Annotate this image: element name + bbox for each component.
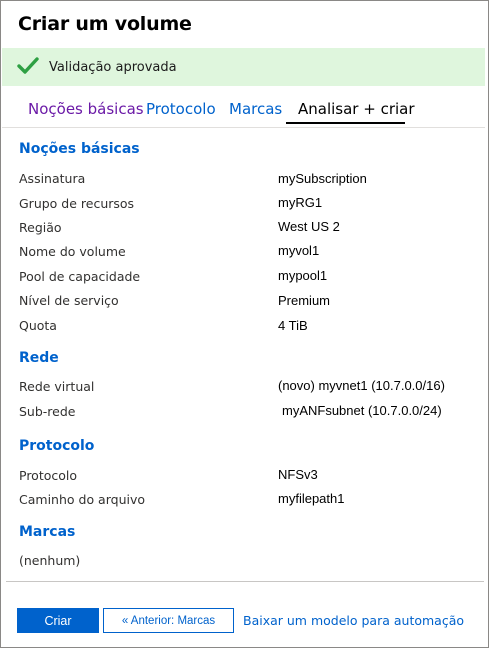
section-title-network: Rede	[19, 350, 59, 366]
page-title: Criar um volume	[18, 13, 192, 35]
previous-button[interactable]: « Anterior: Marcas	[103, 608, 234, 633]
value-subnet: myANFsubnet (10.7.0.0/24)	[282, 403, 442, 418]
download-template-link[interactable]: Baixar um modelo para automação	[243, 613, 464, 628]
validation-message: Validação aprovada	[49, 60, 177, 75]
label-volume-name: Nome do volume	[19, 244, 126, 259]
section-title-tags: Marcas	[19, 524, 76, 540]
create-button[interactable]: Criar	[17, 608, 99, 633]
label-region: Região	[19, 220, 62, 235]
tabs-divider	[2, 127, 485, 128]
label-subscription: Assinatura	[19, 171, 86, 186]
label-service-level: Nível de serviço	[19, 293, 119, 308]
label-file-path: Caminho do arquivo	[19, 492, 146, 507]
section-title-protocol: Protocolo	[19, 438, 95, 454]
value-resource-group: myRG1	[278, 195, 323, 210]
value-virtual-network: (novo) myvnet1 (10.7.0.0/16)	[278, 378, 445, 393]
tab-tags[interactable]: Marcas	[229, 100, 282, 118]
footer-divider	[6, 581, 484, 582]
active-tab-indicator	[286, 122, 405, 124]
label-protocol: Protocolo	[19, 468, 78, 483]
tab-basics[interactable]: Noções básicas	[28, 100, 144, 118]
value-file-path: myfilepath1	[278, 491, 345, 506]
label-no-tags: (nenhum)	[19, 553, 81, 568]
validation-banner: Validação aprovada	[2, 48, 485, 86]
value-quota: 4 TiB	[278, 318, 308, 333]
label-quota: Quota	[19, 318, 57, 333]
value-service-level: Premium	[278, 293, 331, 308]
section-title-basics: Noções básicas	[19, 141, 140, 157]
tab-review-create[interactable]: Analisar + criar	[298, 100, 415, 118]
label-capacity-pool: Pool de capacidade	[19, 269, 141, 284]
create-volume-panel: Criar um volume Validação aprovada Noçõe…	[0, 0, 489, 648]
value-region: West US 2	[278, 219, 340, 234]
tab-protocol[interactable]: Protocolo	[146, 100, 216, 118]
value-subscription: mySubscription	[278, 171, 367, 186]
check-icon	[17, 57, 39, 74]
label-virtual-network: Rede virtual	[19, 379, 95, 394]
value-protocol: NFSv3	[278, 467, 318, 482]
label-subnet: Sub-rede	[19, 404, 76, 419]
value-capacity-pool: mypool1	[278, 268, 328, 283]
label-resource-group: Grupo de recursos	[19, 196, 135, 211]
value-volume-name: myvol1	[278, 243, 320, 258]
